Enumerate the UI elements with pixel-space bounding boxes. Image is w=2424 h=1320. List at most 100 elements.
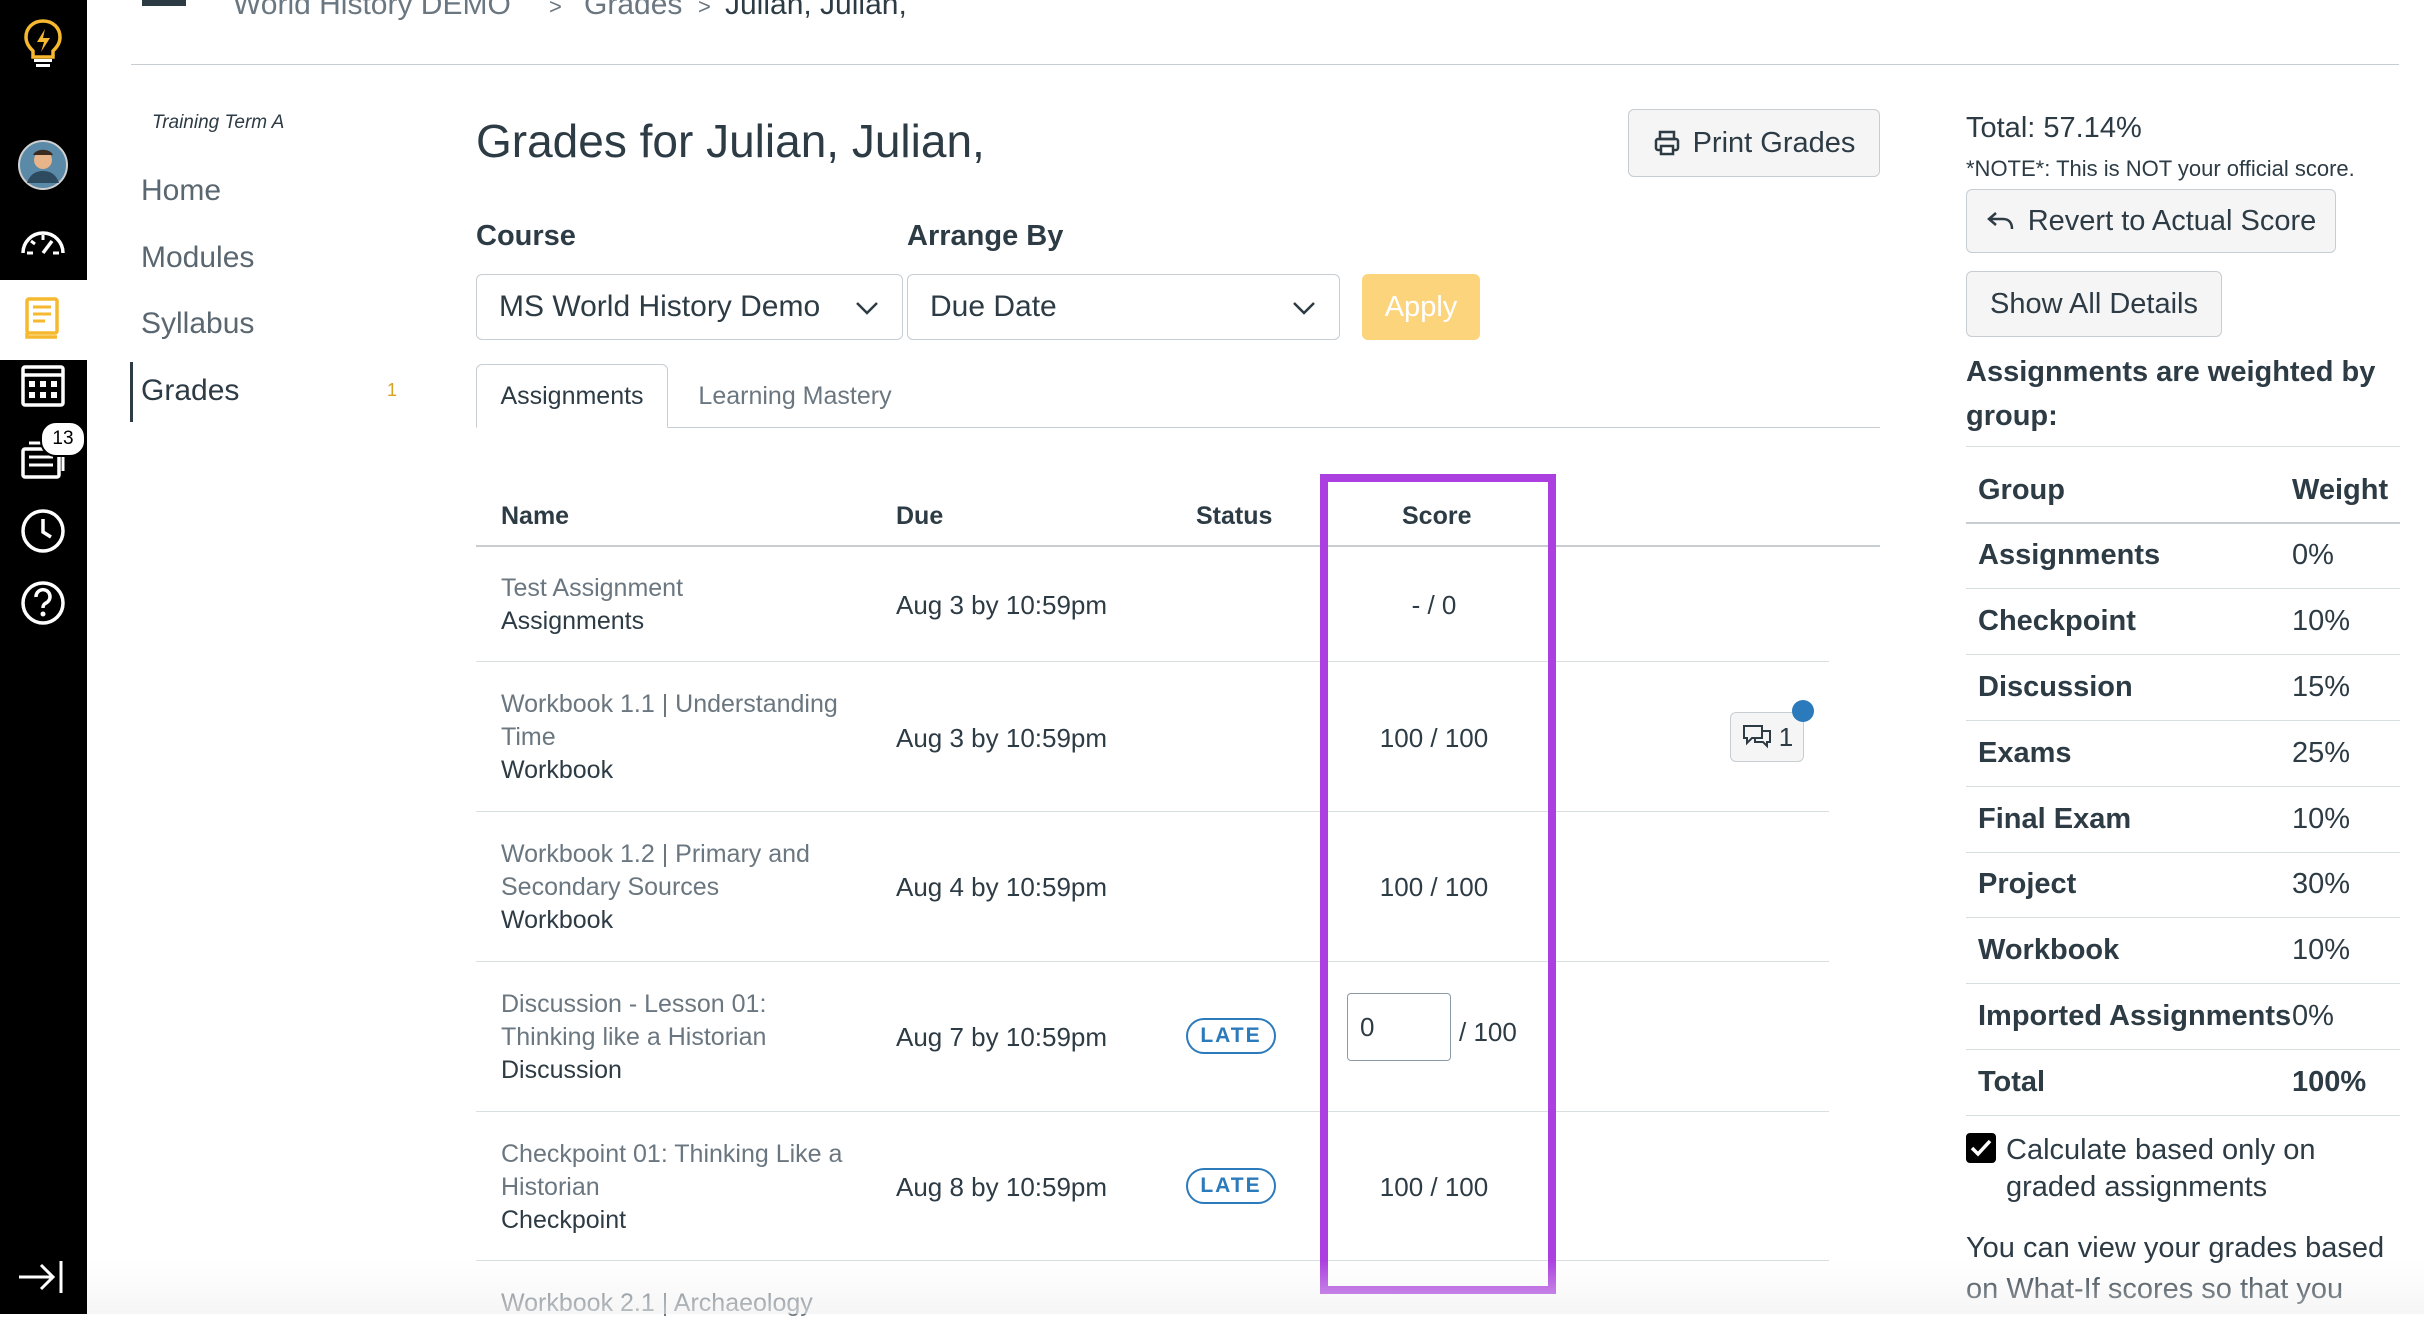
revert-label: Revert to Actual Score [2027, 204, 2317, 237]
weights-divider [1966, 1115, 2400, 1116]
late-badge: LATE [1186, 1018, 1276, 1054]
undo-icon [1986, 212, 2013, 230]
unread-dot [1792, 700, 1814, 722]
row-divider [476, 811, 1829, 812]
arrange-by-value: Due Date [930, 290, 1057, 323]
weighted-heading: Assignments are weighted by group: [1966, 356, 2376, 432]
inbox-count-badge: 13 [40, 421, 86, 457]
table-row: Discussion - Lesson 01: Thinking like a … [501, 988, 861, 1087]
weight-value: 0% [2292, 539, 2334, 571]
term-label: Training Term A [152, 112, 285, 133]
due-date: Aug 3 by 10:59pm [896, 723, 1108, 753]
weight-group-name: Discussion [1978, 671, 2133, 703]
weights-header-group: Group [1978, 474, 2065, 506]
tab-assignments[interactable]: Assignments [476, 364, 668, 428]
column-header-due[interactable]: Due [896, 502, 943, 531]
table-header-divider [476, 545, 1880, 547]
comments-button[interactable]: 1 [1730, 712, 1804, 762]
course-nav-syllabus[interactable]: Syllabus [141, 307, 254, 341]
account-avatar-icon[interactable] [14, 136, 72, 194]
history-icon[interactable] [14, 502, 72, 560]
comment-bubble-icon [1742, 725, 1771, 749]
course-select[interactable]: MS World History Demo [476, 274, 903, 340]
weight-total-label: Total [1978, 1066, 2046, 1098]
weight-value: 10% [2292, 803, 2351, 835]
breadcrumb-section[interactable]: Grades [584, 0, 682, 22]
assignment-name-link[interactable]: Workbook 1.2 | Primary and Secondary Sou… [501, 838, 861, 904]
weight-group-name: Imported Assignments [1978, 1000, 2292, 1032]
logo-icon[interactable] [14, 14, 72, 72]
dashboard-icon[interactable] [14, 214, 72, 272]
weight-group-name: Assignments [1978, 539, 2161, 571]
due-date: Aug 8 by 10:59pm [896, 1172, 1108, 1202]
course-nav-grades[interactable]: Grades [141, 374, 239, 408]
table-row: Workbook 1.2 | Primary and Secondary Sou… [501, 838, 861, 937]
collapse-nav-icon[interactable] [14, 1248, 72, 1306]
weights-divider [1966, 1049, 2400, 1050]
table-row: Workbook 1.1 | Understanding Time Workbo… [501, 688, 861, 787]
assignment-group: Discussion [501, 1056, 622, 1084]
weights-divider [1966, 983, 2400, 984]
unofficial-score-note: *NOTE*: This is NOT your official score. [1966, 156, 2355, 181]
print-grades-button[interactable]: Print Grades [1628, 109, 1880, 177]
score-column-highlight [1320, 474, 1556, 1294]
tab-learning-mastery[interactable]: Learning Mastery [680, 364, 910, 428]
assignment-group: Workbook [501, 906, 614, 934]
weights-divider [1966, 522, 2400, 524]
weight-group-name: Checkpoint [1978, 605, 2136, 637]
course-nav-modules[interactable]: Modules [141, 241, 254, 275]
table-row: Test Assignment Assignments [501, 572, 861, 638]
weights-divider [1966, 720, 2400, 721]
weight-group-name: Workbook [1978, 934, 2120, 966]
assignment-name-link[interactable]: Workbook 1.1 | Understanding Time [501, 688, 861, 754]
arrange-by-label: Arrange By [907, 220, 1064, 252]
apply-button[interactable]: Apply [1362, 274, 1480, 340]
weights-divider [1966, 917, 2400, 918]
calendar-icon[interactable] [14, 356, 72, 414]
chevron-down-icon [856, 302, 878, 315]
assignment-name-link[interactable]: Workbook 2.1 | Archaeology [501, 1287, 861, 1320]
assignment-name-link[interactable]: Test Assignment [501, 572, 861, 605]
breadcrumb-separator-icon: > [549, 0, 562, 19]
graded-only-checkbox[interactable] [1966, 1133, 1996, 1163]
assignment-name-link[interactable]: Checkpoint 01: Thinking Like a Historian [501, 1138, 861, 1204]
weights-header-weight: Weight [2292, 474, 2389, 506]
arrange-by-select[interactable]: Due Date [907, 274, 1340, 340]
weight-value: 15% [2292, 671, 2351, 703]
print-grades-label: Print Grades [1692, 126, 1856, 159]
assignment-name-link[interactable]: Discussion - Lesson 01: Thinking like a … [501, 988, 861, 1054]
assignment-group: Assignments [501, 607, 645, 635]
revert-to-actual-score-button[interactable]: Revert to Actual Score [1966, 189, 2336, 253]
chevron-down-icon [1293, 302, 1315, 315]
column-header-name[interactable]: Name [501, 502, 569, 531]
weight-group-name: Exams [1978, 737, 2072, 769]
breadcrumb-separator-icon: > [698, 0, 711, 19]
weight-group-name: Project [1978, 868, 2077, 900]
course-select-value: MS World History Demo [499, 290, 821, 323]
due-date: Aug 4 by 10:59pm [896, 872, 1108, 902]
header-divider [131, 64, 2399, 65]
course-nav-home[interactable]: Home [141, 174, 221, 208]
weights-divider [1966, 654, 2400, 655]
assignment-group: Checkpoint [501, 1206, 627, 1234]
weight-value: 0% [2292, 1000, 2334, 1032]
hamburger-menu-icon[interactable] [142, 0, 186, 6]
help-icon[interactable] [14, 574, 72, 632]
comments-count: 1 [1778, 721, 1794, 752]
row-divider [476, 1111, 1829, 1112]
weight-value: 30% [2292, 868, 2351, 900]
weights-divider [1966, 786, 2400, 787]
assignment-group: Workbook [501, 756, 614, 784]
total-score: Total: 57.14% [1966, 112, 2142, 144]
courses-icon[interactable] [14, 290, 72, 348]
graded-only-label: Calculate based only on graded assignmen… [2006, 1134, 2316, 1203]
weights-divider [1966, 588, 2400, 589]
page-title: Grades for Julian, Julian, [476, 115, 985, 167]
breadcrumb-course[interactable]: World History DEMO [233, 0, 511, 22]
show-all-details-button[interactable]: Show All Details [1966, 271, 2222, 337]
weight-value: 25% [2292, 737, 2351, 769]
due-date: Aug 7 by 10:59pm [896, 1022, 1108, 1052]
column-header-status[interactable]: Status [1196, 502, 1272, 531]
tabs-divider [476, 427, 1880, 428]
course-label: Course [476, 220, 576, 252]
